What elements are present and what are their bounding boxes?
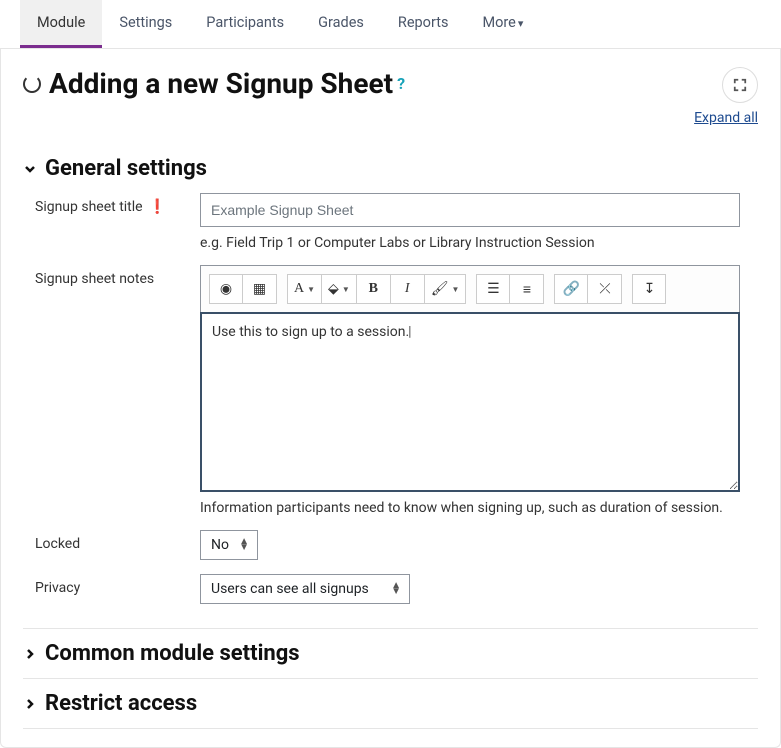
sort-icon: ▲▼ [391, 583, 401, 595]
section-toggle-common[interactable]: Common module settings [23, 629, 758, 679]
editor: ◉ ▦ A▼ ⬙▼ B I 🖌▼ ☰ ≡ [200, 265, 740, 492]
section-title-general: General settings [45, 156, 207, 181]
tab-more-label: More [482, 14, 515, 31]
tab-grades[interactable]: Grades [301, 0, 381, 48]
link-icon: 🔗 [563, 281, 580, 297]
tab-more[interactable]: More▾ [465, 0, 540, 48]
required-icon: ❗ [149, 199, 166, 215]
chevron-right-icon [23, 647, 37, 661]
tb-link-button[interactable]: 🔗 [554, 274, 588, 304]
tb-a11y-button[interactable]: ◉ [209, 274, 243, 304]
page-title-text: Adding a new Signup Sheet [49, 67, 393, 100]
locked-select[interactable]: No ▲▼ [200, 530, 258, 560]
layout-icon: ▦ [253, 281, 266, 297]
expand-all-link[interactable]: Expand all [694, 110, 758, 126]
main-content: Adding a new Signup Sheet ? Expand all G… [0, 49, 781, 748]
tb-layout-button[interactable]: ▦ [243, 274, 277, 304]
label-title-text: Signup sheet title [35, 199, 143, 215]
help-icon[interactable]: ? [397, 74, 405, 93]
tb-paint-button[interactable]: ⬙▼ [322, 274, 357, 304]
bold-icon: B [369, 281, 378, 297]
italic-icon: I [405, 281, 410, 297]
section-title-common: Common module settings [45, 641, 300, 666]
tb-brush-button[interactable]: 🖌▼ [425, 274, 467, 304]
privacy-value: Users can see all signups [211, 581, 369, 597]
tb-ol-button[interactable]: ≡ [510, 274, 544, 304]
tb-ul-button[interactable]: ☰ [476, 274, 510, 304]
accessibility-icon: ◉ [220, 281, 232, 297]
activity-icon [23, 75, 41, 93]
chevron-down-icon: ▾ [518, 17, 524, 30]
chevron-down-icon [23, 162, 37, 176]
brush-icon: 🖌 [431, 281, 449, 297]
expand-all-row: Expand all [23, 110, 758, 126]
tab-bar: Module Settings Participants Grades Repo… [0, 0, 781, 49]
tb-expand-button[interactable]: ↧ [632, 274, 666, 304]
sort-icon: ▲▼ [239, 539, 249, 551]
section-title-restrict: Restrict access [45, 691, 197, 716]
label-notes-text: Signup sheet notes [35, 271, 154, 287]
tab-reports[interactable]: Reports [381, 0, 466, 48]
chevron-right-icon [23, 697, 37, 711]
label-title: Signup sheet title ❗ [35, 193, 200, 215]
chevron-down-icon: ▼ [307, 285, 315, 294]
unlink-icon: ⤫ [599, 281, 610, 297]
ul-icon: ☰ [487, 281, 500, 297]
font-icon: A [294, 281, 304, 297]
label-locked: Locked [35, 530, 200, 552]
droplet-icon: ⬙ [328, 281, 339, 297]
label-notes: Signup sheet notes [35, 265, 200, 287]
signup-title-input[interactable] [200, 193, 740, 227]
label-privacy: Privacy [35, 574, 200, 596]
expand-icon [733, 78, 747, 92]
page-title: Adding a new Signup Sheet ? [49, 67, 405, 100]
chevron-down-icon: ▼ [342, 285, 350, 294]
ol-icon: ≡ [523, 281, 531, 298]
notes-textarea[interactable]: Use this to sign up to a session. [200, 312, 740, 492]
tb-font-button[interactable]: A▼ [287, 274, 322, 304]
helptext-title: e.g. Field Trip 1 or Computer Labs or Li… [200, 235, 740, 251]
label-privacy-text: Privacy [35, 580, 80, 596]
tab-module[interactable]: Module [20, 0, 102, 48]
tb-italic-button[interactable]: I [391, 274, 425, 304]
section-body-general: Signup sheet title ❗ e.g. Field Trip 1 o… [23, 193, 758, 629]
tb-bold-button[interactable]: B [357, 274, 391, 304]
arrow-down-icon: ↧ [644, 281, 656, 297]
section-toggle-restrict[interactable]: Restrict access [23, 679, 758, 729]
privacy-select[interactable]: Users can see all signups ▲▼ [200, 574, 410, 604]
section-toggle-general[interactable]: General settings [23, 144, 758, 193]
editor-toolbar: ◉ ▦ A▼ ⬙▼ B I 🖌▼ ☰ ≡ [201, 266, 739, 313]
locked-value: No [211, 537, 229, 553]
tab-settings[interactable]: Settings [102, 0, 189, 48]
tb-unlink-button[interactable]: ⤫ [588, 274, 622, 304]
label-locked-text: Locked [35, 536, 80, 552]
fullscreen-button[interactable] [722, 67, 758, 103]
chevron-down-icon: ▼ [452, 285, 460, 294]
tab-participants[interactable]: Participants [189, 0, 301, 48]
helptext-notes: Information participants need to know wh… [200, 500, 740, 516]
